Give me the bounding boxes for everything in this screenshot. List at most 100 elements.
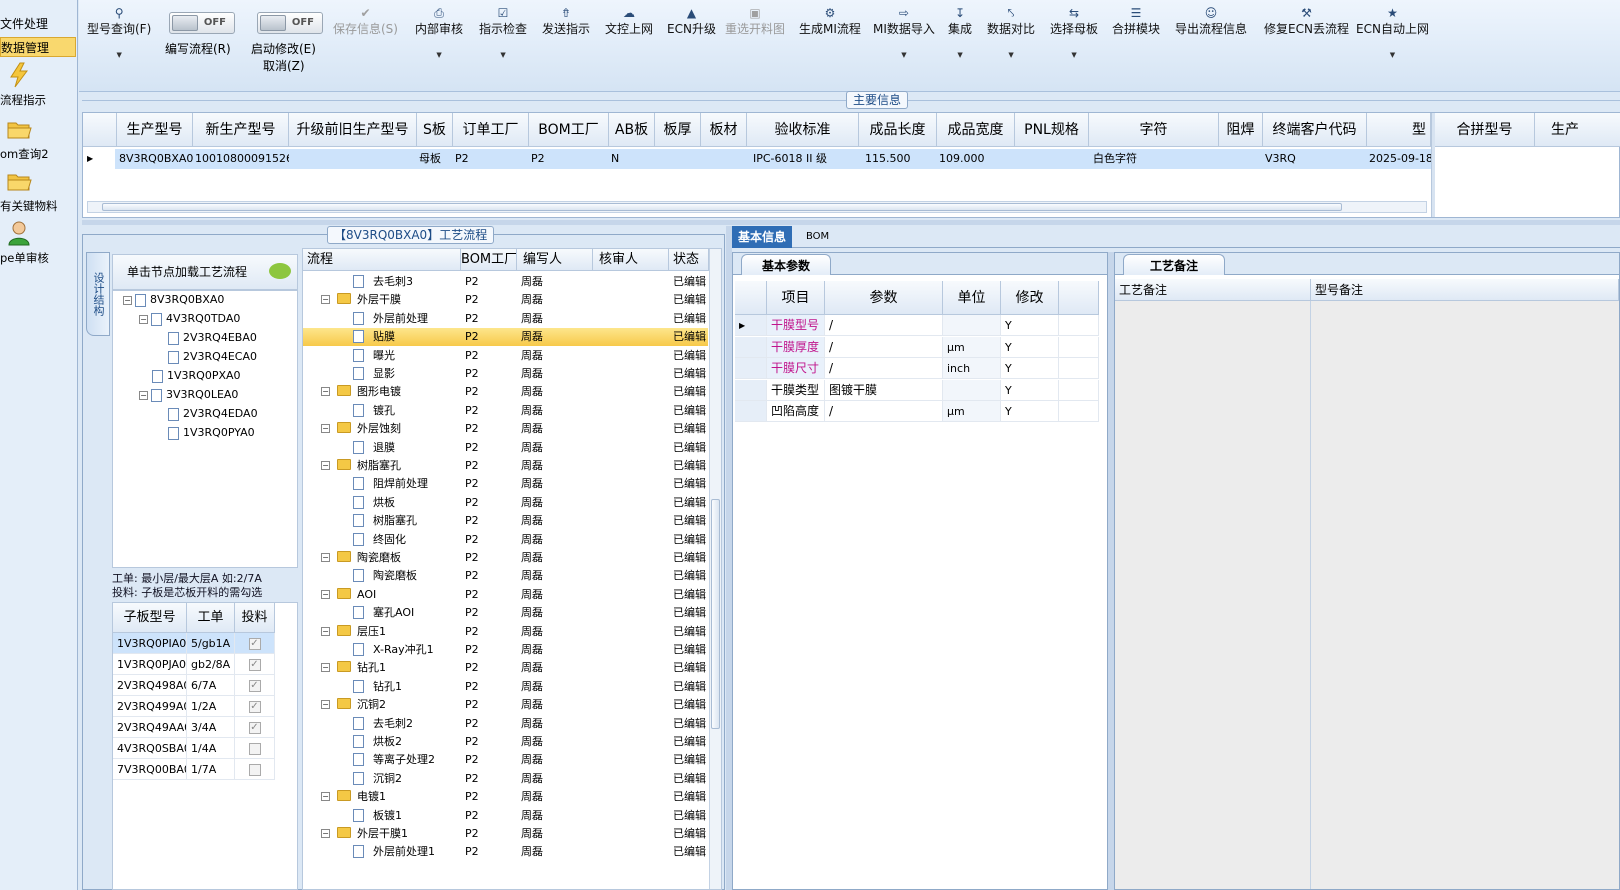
column-header[interactable]: BOM工厂 <box>461 249 517 271</box>
nav-data-management[interactable]: 数据管理 <box>0 37 76 57</box>
param-item-cell[interactable]: 干膜类型 <box>767 379 825 401</box>
collapse-icon[interactable]: − <box>321 700 330 710</box>
horizontal-scrollbar[interactable] <box>87 201 1427 213</box>
tree-node[interactable]: 2V3RQ4EDA0 <box>168 405 258 423</box>
flow-row[interactable]: 退膜 P2 周磊 已编辑 <box>303 439 708 457</box>
ecn-auto-online-button[interactable]: ★ ECN自动上网 ▼ <box>1356 6 1429 59</box>
horizontal-splitter[interactable] <box>82 220 1620 225</box>
column-header[interactable]: 升级前旧生产型号 <box>289 113 417 147</box>
sub-board-feed-cell[interactable]: ✓ <box>235 717 275 738</box>
sub-board-feed-cell[interactable]: ✓ <box>235 654 275 675</box>
tree-node[interactable]: 2V3RQ4EBA0 <box>168 329 257 347</box>
table-cell[interactable]: 10010800091526 <box>193 149 289 169</box>
flow-row[interactable]: − 外层干膜 P2 周磊 已编辑 <box>303 291 708 309</box>
tab-process-remark[interactable]: 工艺备注 <box>1123 254 1226 275</box>
table-cell[interactable]: V3RQ <box>1263 149 1367 169</box>
tab-basic-info[interactable]: 基本信息 <box>732 226 793 248</box>
grid-splitter[interactable] <box>1431 113 1435 217</box>
flow-row[interactable]: 阻焊前处理 P2 周磊 已编辑 <box>303 475 708 493</box>
param-unit-cell[interactable]: μm <box>943 401 1001 422</box>
table-cell[interactable] <box>1015 149 1089 169</box>
table-cell[interactable]: 109.000 <box>937 149 1015 169</box>
column-header[interactable]: 成品长度 <box>859 113 937 147</box>
feed-checkbox[interactable]: ✓ <box>248 680 261 692</box>
send-instruction-button[interactable]: ⇮ 发送指示 <box>542 6 590 37</box>
column-header[interactable]: S板 <box>417 113 453 147</box>
sub-board-feed-cell[interactable]: ✓ <box>235 675 275 696</box>
column-header[interactable]: 单位 <box>943 281 1001 315</box>
flow-row[interactable]: 外层前处理1 P2 周磊 已编辑 <box>303 843 708 861</box>
nav-item-flow-instruction[interactable]: 流程指示 <box>0 60 76 110</box>
sub-board-model-cell[interactable]: 2V3RQ498A0 <box>113 675 187 696</box>
sub-board-order-cell[interactable]: 3/4A <box>187 717 235 738</box>
flow-row[interactable]: − 沉铜2 P2 周磊 已编辑 <box>303 696 708 714</box>
column-header[interactable]: PNL规格 <box>1015 113 1089 147</box>
param-item-cell[interactable]: 凹陷高度 <box>767 401 825 422</box>
flow-row[interactable]: X-Ray冲孔1 P2 周磊 已编辑 <box>303 641 708 659</box>
param-value-cell[interactable]: / <box>825 358 943 379</box>
flow-row[interactable]: − 外层干膜1 P2 周磊 已编辑 <box>303 825 708 843</box>
process-remark-text[interactable] <box>1115 301 1311 889</box>
param-unit-cell[interactable]: μm <box>943 336 1001 358</box>
sub-board-order-cell[interactable]: 5/gb1A <box>187 633 235 654</box>
table-cell[interactable]: 2025-09-18 <box>1367 149 1431 169</box>
param-value-cell[interactable]: / <box>825 336 943 358</box>
param-unit-cell[interactable] <box>943 379 1001 401</box>
sub-board-feed-cell[interactable] <box>235 759 275 780</box>
flow-row[interactable]: − 树脂塞孔 P2 周磊 已编辑 <box>303 457 708 475</box>
instruction-check-button[interactable]: ☑ 指示检查 ▼ <box>479 6 527 59</box>
tab-basic-params[interactable]: 基本参数 <box>741 254 832 275</box>
doc-control-online-button[interactable]: ☁ 文控上网 <box>605 6 653 37</box>
flow-row[interactable]: 显影 P2 周磊 已编辑 <box>303 365 708 383</box>
column-header[interactable]: 终端客户代码 <box>1263 113 1367 147</box>
flow-row[interactable]: − 图形电镀 P2 周磊 已编辑 <box>303 383 708 401</box>
param-modify-cell[interactable]: Y <box>1001 315 1059 336</box>
column-header[interactable]: 编写人 <box>517 249 593 271</box>
collapse-icon[interactable]: − <box>321 295 330 305</box>
column-header[interactable]: 投料 <box>235 603 275 633</box>
tree-node[interactable]: 1V3RQ0PYA0 <box>168 424 255 442</box>
flow-row[interactable]: 贴膜 P2 周磊 已编辑 <box>303 328 708 347</box>
cancel-button[interactable]: 取消(Z) <box>263 57 305 74</box>
sub-board-feed-cell[interactable] <box>235 738 275 759</box>
flow-row[interactable]: − 层压1 P2 周磊 已编辑 <box>303 623 708 641</box>
sub-board-feed-cell[interactable]: ✓ <box>235 633 275 654</box>
feed-checkbox[interactable]: ✓ <box>248 701 261 713</box>
column-header[interactable]: 项目 <box>767 281 825 315</box>
internal-review-button[interactable]: ⎙ 内部审核 ▼ <box>415 6 463 59</box>
table-cell[interactable]: 白色字符 <box>1089 149 1219 169</box>
flow-row[interactable]: 塞孔AOI P2 周磊 已编辑 <box>303 604 708 622</box>
column-header[interactable]: 型 <box>1367 113 1431 147</box>
flow-row[interactable]: 板镀1 P2 周磊 已编辑 <box>303 807 708 825</box>
column-header[interactable]: 型号备注 <box>1311 279 1619 301</box>
design-structure-tab[interactable]: 设计结构 <box>86 252 110 336</box>
flow-row[interactable]: 树脂塞孔 P2 周磊 已编辑 <box>303 512 708 530</box>
column-header[interactable]: 修改 <box>1001 281 1059 315</box>
column-header[interactable]: 新生产型号 <box>193 113 289 147</box>
flow-row[interactable]: 去毛刺2 P2 周磊 已编辑 <box>303 715 708 733</box>
param-unit-cell[interactable]: inch <box>943 358 1001 379</box>
param-modify-cell[interactable]: Y <box>1001 336 1059 358</box>
collapse-icon[interactable]: − <box>321 626 330 636</box>
collapse-icon[interactable]: − <box>321 589 330 599</box>
table-cell[interactable]: P2 <box>529 149 609 169</box>
column-header[interactable]: 订单工厂 <box>453 113 529 147</box>
table-cell[interactable] <box>655 149 701 169</box>
column-header[interactable]: 字符 <box>1089 113 1219 147</box>
collapse-icon[interactable]: − <box>321 461 330 470</box>
column-header[interactable]: BOM工厂 <box>529 113 609 147</box>
nav-item-key-material[interactable]: 有关键物料 <box>0 166 76 216</box>
collapse-icon[interactable]: − <box>321 387 330 397</box>
flow-row[interactable]: − AOI P2 周磊 已编辑 <box>303 586 708 604</box>
sub-board-order-cell[interactable]: 1/4A <box>187 738 235 759</box>
column-header[interactable]: 子板型号 <box>113 603 187 633</box>
feed-checkbox[interactable]: ✓ <box>248 659 261 671</box>
table-cell[interactable] <box>289 149 417 169</box>
sub-board-order-cell[interactable]: gb2/8A <box>187 654 235 675</box>
param-modify-cell[interactable]: Y <box>1001 401 1059 422</box>
column-header[interactable]: 状态 <box>669 249 709 271</box>
column-header[interactable]: 参数 <box>825 281 943 315</box>
tree-node[interactable]: 2V3RQ4ECA0 <box>168 348 257 366</box>
sub-board-feed-cell[interactable]: ✓ <box>235 696 275 717</box>
tree-node[interactable]: − 3V3RQ0LEA0 <box>139 386 238 404</box>
